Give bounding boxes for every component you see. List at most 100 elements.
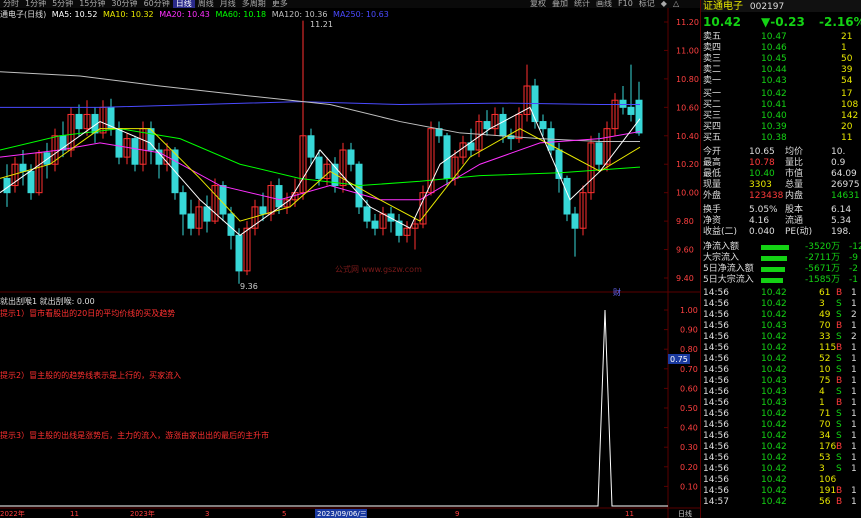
- flow-value: -1585万: [805, 275, 841, 285]
- candle-body: [131, 138, 139, 165]
- candle-body: [363, 206, 371, 222]
- ind-tick-label: 0.80: [680, 345, 698, 354]
- price-tick-label: 9.60: [676, 246, 694, 255]
- stat-value: 198.: [831, 227, 852, 237]
- candle-body: [563, 177, 571, 215]
- date-tick-label: 5: [282, 510, 286, 518]
- low-marker: 9.36: [240, 282, 258, 291]
- date-tick-label: 3: [205, 510, 209, 518]
- candle-body: [483, 121, 491, 130]
- tick-row: 14:57 10.42 56 B 1: [701, 496, 861, 509]
- price-tick-label: 11.20: [676, 18, 699, 27]
- ask-volume: 54: [841, 76, 853, 86]
- ask-price: 10.43: [761, 76, 787, 86]
- stat-row: 收益(二) 0.040 PE(动) 198.: [701, 226, 861, 239]
- stat-value: 14631: [831, 191, 860, 201]
- flow-bar: [761, 267, 785, 272]
- tick-price: 10.42: [761, 497, 787, 507]
- tick-time: 14:57: [703, 497, 729, 507]
- last-price: 10.42: [703, 15, 741, 29]
- candle-body: [635, 99, 643, 134]
- date-tick-label: 11: [70, 510, 79, 518]
- ind-tick-label: 0.20: [680, 463, 698, 472]
- stock-name: 证通电子: [703, 1, 743, 12]
- high-marker: 11.21: [310, 20, 333, 29]
- flow-bar: [761, 256, 787, 261]
- candle-body: [3, 177, 11, 194]
- flow-bar: [761, 245, 789, 250]
- price-tick-label: 10.60: [676, 103, 699, 112]
- quote-header: 证通电子 002197: [701, 0, 861, 12]
- stat-label: 外盘: [703, 191, 722, 201]
- candle-body: [187, 213, 195, 229]
- indicator-note-3: 提示3）冒主股的出线是涨势后，主力的流入，游涨由家出出的最后的主升市: [0, 431, 270, 440]
- candle-body: [179, 192, 187, 215]
- ask-row: 卖一 10.43 54: [701, 75, 861, 88]
- tick-count: 1: [851, 497, 857, 507]
- stat-label: 收益(二): [703, 227, 738, 237]
- stat-row: 外盘 123438 内盘 14631: [701, 190, 861, 203]
- price-tick-label: 10.40: [676, 132, 699, 141]
- candle-body: [315, 156, 323, 179]
- candle-body: [539, 121, 547, 130]
- ind-tick-label: 0.30: [680, 443, 698, 452]
- candle-body: [75, 113, 83, 130]
- candle-body: [571, 213, 579, 229]
- date-tick-label: 11: [625, 510, 634, 518]
- ind-tick-label: 0.10: [680, 482, 698, 491]
- candle-body: [499, 113, 507, 137]
- stat-value: 123438: [749, 191, 784, 201]
- price-tick-label: 10.80: [676, 75, 699, 84]
- candle-body: [43, 152, 51, 165]
- price-line: 10.42 ▼-0.23 -2.16%: [701, 14, 861, 30]
- current-value-label: 0.75: [670, 355, 688, 364]
- candle-body: [203, 206, 211, 222]
- tick-direction: B: [836, 497, 843, 507]
- ask-label: 卖一: [703, 76, 722, 86]
- ind-tick-label: 0.70: [680, 365, 698, 374]
- date-tick-label: 2022年: [0, 509, 25, 518]
- candle-body: [371, 220, 379, 229]
- price-tick-label: 10.00: [676, 189, 699, 198]
- candle-body: [227, 213, 235, 236]
- indicator-note-2: 提示2）冒主股的的趋势线表示是上行的，买家流入: [0, 371, 182, 380]
- ind-tick-label: 0.60: [680, 384, 698, 393]
- candle-body: [307, 135, 315, 158]
- ma250-line: [0, 101, 640, 108]
- stock-code: 002197: [749, 2, 785, 12]
- candle-body: [219, 185, 227, 215]
- indicator-title: 就出刮喉1 就出刮喉: 0.00: [0, 297, 95, 306]
- date-tick-label: 2023年: [130, 509, 155, 518]
- quote-panel: 证通电子 002197 10.42 ▼-0.23 -2.16% 卖五 10.47 2…: [700, 0, 861, 518]
- candle-body: [115, 128, 123, 158]
- candle-body: [347, 149, 355, 165]
- stat-label: 内盘: [785, 191, 804, 201]
- price-tick-label: 10.20: [676, 160, 699, 169]
- stat-value: 0.040: [749, 227, 775, 237]
- indicator-note-1: 提示1）冒市看股出的20日的平均价线的买及趋势: [0, 309, 176, 318]
- flow-bar: [761, 278, 783, 283]
- price-tick-label: 9.80: [676, 217, 694, 226]
- flow-tail: -1: [849, 275, 858, 285]
- bid-label: 买五: [703, 133, 722, 143]
- price-pct: -2.16%: [819, 15, 861, 29]
- bid-volume: 11: [841, 133, 853, 143]
- date-cursor-label: 2023/09/06/三: [317, 510, 367, 518]
- price-tick-label: 11.00: [676, 46, 699, 55]
- ind-tick-label: 0.50: [680, 404, 698, 413]
- date-tick-label: 9: [455, 510, 459, 518]
- candle-body: [235, 234, 243, 272]
- ind-tick-label: 0.90: [680, 326, 698, 335]
- bid-row: 买五 10.38 11: [701, 132, 861, 145]
- flow-label: 5日大宗流入: [703, 275, 754, 285]
- candle-body: [627, 106, 635, 115]
- price-change: ▼-0.23: [761, 15, 805, 29]
- candle-body: [443, 135, 451, 179]
- flow-row: 5日大宗流入 -1585万 -1: [701, 274, 861, 287]
- bid-price: 10.38: [761, 133, 787, 143]
- ind-tick-label: 1.00: [680, 306, 698, 315]
- candle-body: [595, 142, 603, 165]
- candle-body: [259, 206, 267, 215]
- ind-tick-label: 0.40: [680, 424, 698, 433]
- axis-corner: 日线: [678, 509, 692, 518]
